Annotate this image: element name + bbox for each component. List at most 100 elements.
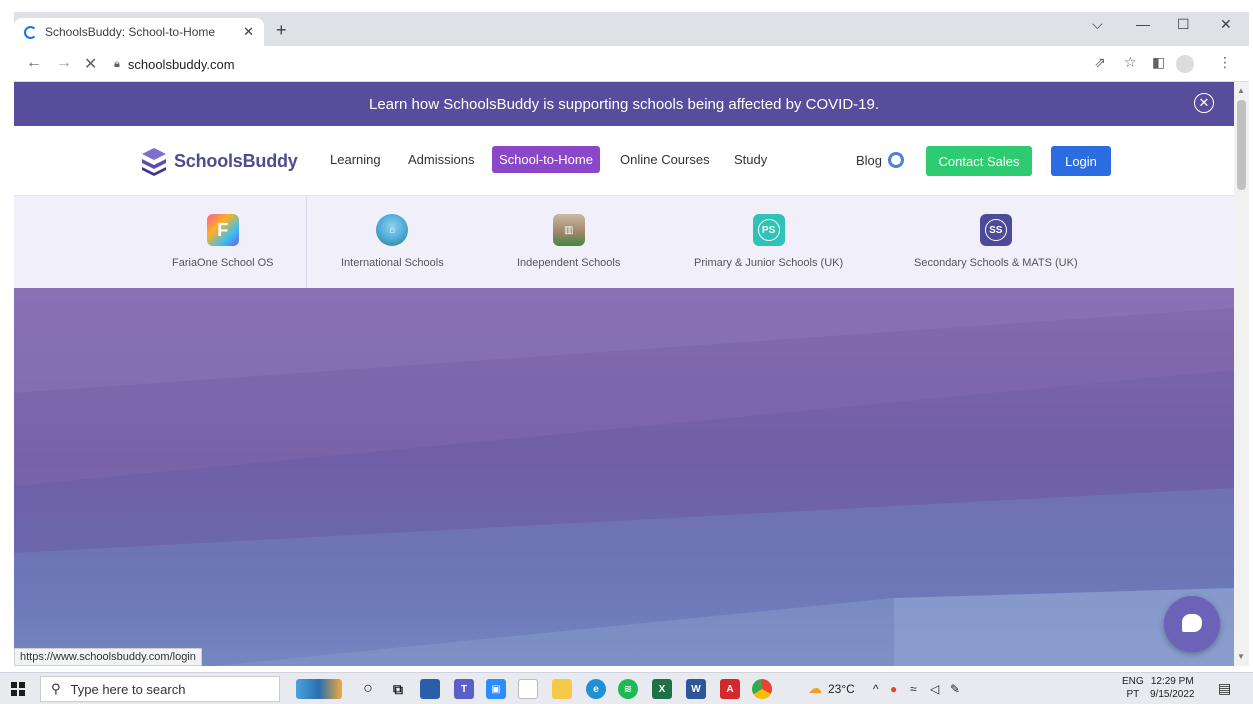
- close-window-button[interactable]: ✕: [1220, 16, 1232, 33]
- news-widget-icon[interactable]: [296, 679, 342, 699]
- taskbar-search-placeholder: Type here to search: [70, 681, 186, 697]
- forward-icon[interactable]: →: [56, 54, 72, 72]
- address-bar[interactable]: 🔒︎ schoolsbuddy.com: [114, 51, 1134, 77]
- banner-close-icon[interactable]: ✕: [1194, 93, 1214, 113]
- teams-icon[interactable]: T: [454, 679, 474, 699]
- menu-item-primary[interactable]: PS Primary & Junior Schools (UK): [694, 214, 843, 269]
- bookmark-star-icon[interactable]: ☆: [1124, 54, 1137, 71]
- scrollbar-thumb[interactable]: [1237, 100, 1246, 190]
- profile-avatar-icon[interactable]: [1176, 55, 1194, 73]
- hero-background-shapes: [14, 288, 1234, 666]
- tab-title: SchoolsBuddy: School-to-Home: [45, 25, 216, 39]
- login-button[interactable]: Login: [1051, 146, 1111, 176]
- chat-launcher-button[interactable]: [1164, 596, 1220, 652]
- nav-admissions[interactable]: Admissions: [408, 152, 474, 167]
- site-logo[interactable]: SchoolsBuddy: [140, 146, 298, 176]
- logo-layers-icon: [142, 148, 166, 176]
- school-type-menu: F FariaOne School OS ⌂ International Sch…: [14, 196, 1234, 288]
- notifications-icon[interactable]: ▤: [1218, 680, 1231, 697]
- browser-tab-strip: SchoolsBuddy: School-to-Home ✕ + ⌵ — ☐ ✕: [14, 12, 1249, 46]
- scroll-up-icon[interactable]: ▲: [1237, 86, 1245, 95]
- edge-icon[interactable]: e: [586, 679, 606, 699]
- new-tab-button[interactable]: +: [276, 20, 287, 41]
- contact-sales-button[interactable]: Contact Sales: [926, 146, 1032, 176]
- school-building-icon: ▥: [552, 214, 585, 246]
- browser-menu-icon[interactable]: ⋮: [1218, 54, 1232, 71]
- nav-study[interactable]: Study: [734, 152, 767, 167]
- covid-banner: Learn how SchoolsBuddy is supporting sch…: [14, 82, 1234, 126]
- task-view-icon[interactable]: ⧉: [388, 679, 408, 699]
- minimize-button[interactable]: —: [1136, 16, 1150, 32]
- globe-school-icon: ⌂: [376, 214, 409, 246]
- address-text: schoolsbuddy.com: [127, 56, 235, 72]
- banner-text[interactable]: Learn how SchoolsBuddy is supporting sch…: [369, 96, 879, 113]
- back-icon[interactable]: ←: [26, 54, 42, 72]
- menu-item-label: Primary & Junior Schools (UK): [694, 257, 844, 269]
- clock-date: 9/15/2022: [1150, 689, 1195, 700]
- taskbar-search[interactable]: ⚲ Type here to search: [40, 676, 280, 702]
- sticky-app-icon[interactable]: [420, 679, 440, 699]
- acrobat-icon[interactable]: A: [720, 679, 740, 699]
- search-icon: ⚲: [51, 681, 61, 696]
- taskbar-clock[interactable]: 12:29 PM 9/15/2022: [1150, 675, 1195, 701]
- language-code: ENG: [1122, 676, 1144, 687]
- pen-icon[interactable]: ✎: [950, 682, 960, 696]
- browser-tab[interactable]: SchoolsBuddy: School-to-Home ✕: [14, 18, 264, 46]
- wifi-icon[interactable]: ≈: [910, 682, 917, 696]
- stop-loading-icon[interactable]: ✕: [84, 54, 97, 74]
- blank-file-icon[interactable]: [518, 679, 538, 699]
- menu-item-label: Secondary Schools & MATS (UK): [914, 257, 1078, 269]
- maximize-button[interactable]: ☐: [1177, 16, 1190, 33]
- nav-blog[interactable]: Blog: [856, 152, 905, 168]
- tray-chevron-icon[interactable]: ^: [873, 682, 879, 696]
- page-scrollbar[interactable]: ▲ ▼: [1234, 82, 1249, 666]
- menu-item-label: FariaOne School OS: [172, 257, 274, 269]
- browser-toolbar: ← → ✕ 🔒︎ schoolsbuddy.com ⇗ ☆ ◧ ⋮: [14, 46, 1249, 82]
- menu-item-secondary[interactable]: SS Secondary Schools & MATS (UK): [914, 214, 1078, 269]
- side-panel-icon[interactable]: ◧: [1152, 54, 1165, 71]
- tab-close-icon[interactable]: ✕: [243, 24, 254, 40]
- nav-online-courses[interactable]: Online Courses: [620, 152, 710, 167]
- page-viewport: Learn how SchoolsBuddy is supporting sch…: [14, 82, 1234, 666]
- ss-badge-icon: SS: [979, 214, 1012, 246]
- menu-item-international[interactable]: ⌂ International Schools: [341, 214, 444, 269]
- keyboard-layout: PT: [1126, 689, 1140, 700]
- file-explorer-icon[interactable]: [552, 679, 572, 699]
- input-language[interactable]: ENG PT: [1122, 675, 1144, 701]
- excel-icon[interactable]: X: [652, 679, 672, 699]
- weather-temp[interactable]: 23°C: [828, 682, 855, 696]
- blog-label: Blog: [856, 152, 883, 168]
- word-icon[interactable]: W: [686, 679, 706, 699]
- menu-divider: [306, 196, 307, 288]
- menu-item-independent[interactable]: ▥ Independent Schools: [517, 214, 620, 269]
- cortana-icon[interactable]: ○: [358, 679, 378, 699]
- windows-start-icon[interactable]: [11, 682, 25, 696]
- hero-section: [14, 288, 1234, 666]
- scroll-down-icon[interactable]: ▼: [1237, 652, 1245, 661]
- menu-item-fariaone[interactable]: F FariaOne School OS: [172, 214, 274, 269]
- faria-one-icon: F: [206, 214, 239, 246]
- ps-badge-text: PS: [757, 219, 780, 241]
- clock-time: 12:29 PM: [1150, 676, 1194, 687]
- zoom-icon[interactable]: ▣: [486, 679, 506, 699]
- lifebuoy-icon[interactable]: [888, 152, 905, 168]
- lock-icon: 🔒︎: [114, 57, 120, 70]
- menu-item-label: Independent Schools: [517, 257, 621, 269]
- logo-text: SchoolsBuddy: [174, 150, 298, 171]
- windows-taskbar: ⚲ Type here to search ○ ⧉ T ▣ e ≋ X W A …: [0, 672, 1253, 704]
- tab-search-icon[interactable]: ⌵: [1092, 16, 1103, 33]
- ss-badge-text: SS: [984, 219, 1007, 241]
- nav-learning[interactable]: Learning: [330, 152, 381, 167]
- ps-badge-icon: PS: [752, 214, 785, 246]
- status-bar-url: https://www.schoolsbuddy.com/login: [14, 648, 202, 666]
- loading-spinner-icon: [24, 25, 37, 39]
- menu-item-label: International Schools: [341, 257, 444, 269]
- nav-school-to-home[interactable]: School-to-Home: [492, 146, 600, 173]
- share-icon[interactable]: ⇗: [1094, 54, 1106, 71]
- spotify-icon[interactable]: ≋: [618, 679, 638, 699]
- weather-icon: ☁: [808, 680, 822, 696]
- chrome-icon[interactable]: [752, 679, 772, 699]
- volume-icon[interactable]: ◁: [930, 682, 939, 696]
- tray-app-icon[interactable]: ●: [890, 682, 897, 696]
- chat-icon: [1182, 614, 1202, 632]
